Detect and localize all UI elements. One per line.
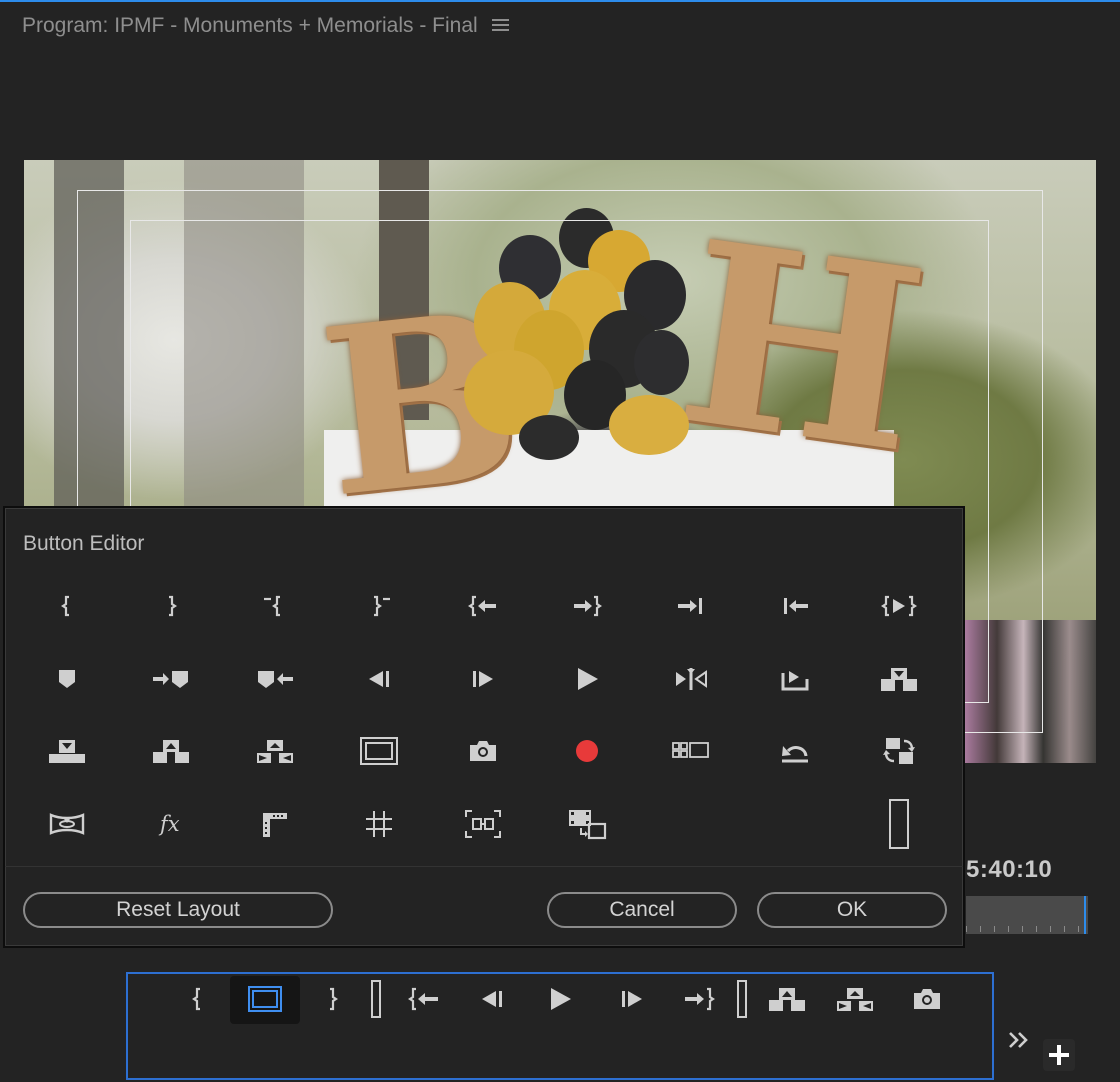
time-ruler[interactable]: [966, 896, 1088, 934]
safe-margins-icon[interactable]: [236, 974, 294, 1024]
export-frame-icon[interactable]: [743, 643, 847, 716]
toggle-proxies-icon[interactable]: [847, 715, 951, 788]
empty-slot: [743, 788, 847, 861]
multi-camera-icon[interactable]: [639, 715, 743, 788]
add-marker-icon[interactable]: [15, 643, 119, 716]
plus-icon[interactable]: [1043, 1039, 1075, 1071]
play-icon[interactable]: [542, 974, 578, 1024]
go-to-in-icon[interactable]: [404, 974, 444, 1024]
safe-margins-icon[interactable]: [327, 715, 431, 788]
panel-focus-line: [0, 0, 1120, 2]
transport-controls: [126, 972, 994, 1080]
play-icon[interactable]: [535, 643, 639, 716]
go-to-previous-edit-icon[interactable]: [743, 570, 847, 643]
reset-layout-button[interactable]: Reset Layout: [23, 892, 333, 928]
svg-text:fx: fx: [158, 812, 180, 836]
mark-clip-out-icon[interactable]: [327, 570, 431, 643]
extract-icon[interactable]: [830, 974, 880, 1024]
step-back-icon[interactable]: [474, 974, 510, 1024]
vr-video-icon[interactable]: [15, 788, 119, 861]
hamburger-menu-icon[interactable]: [491, 14, 510, 38]
empty-slot: [639, 788, 743, 861]
spacer-icon[interactable]: [730, 974, 754, 1024]
dialog-divider: [5, 866, 963, 867]
lift-icon[interactable]: [762, 974, 812, 1024]
panel-header: Program: IPMF - Monuments + Memorials - …: [22, 14, 510, 38]
spacer-icon[interactable]: [847, 788, 951, 861]
go-to-out-icon[interactable]: [535, 570, 639, 643]
go-to-next-marker-icon[interactable]: [119, 643, 223, 716]
mark-in-icon[interactable]: [15, 570, 119, 643]
spacer-icon[interactable]: [364, 974, 388, 1024]
shuttle-icon[interactable]: [639, 643, 743, 716]
double-chevron-right-icon[interactable]: [1006, 1026, 1032, 1059]
ok-button[interactable]: OK: [757, 892, 947, 928]
button-editor-dialog: Button Editor fx Reset Layout Cancel OK: [3, 506, 965, 948]
play-in-to-out-icon[interactable]: [847, 570, 951, 643]
record-icon[interactable]: [535, 715, 639, 788]
insert-icon[interactable]: [847, 643, 951, 716]
fx-icon[interactable]: fx: [119, 788, 223, 861]
overwrite-icon[interactable]: [15, 715, 119, 788]
trim-icon[interactable]: [431, 788, 535, 861]
mark-in-icon[interactable]: [182, 974, 212, 1024]
playhead[interactable]: [1084, 896, 1086, 934]
undo-icon[interactable]: [743, 715, 847, 788]
camera-icon[interactable]: [908, 974, 946, 1024]
ruler-ticks: [966, 926, 1084, 932]
dialog-title: Button Editor: [23, 532, 145, 555]
cancel-button[interactable]: Cancel: [547, 892, 737, 928]
go-to-next-edit-icon[interactable]: [639, 570, 743, 643]
clip-swap-icon[interactable]: [535, 788, 639, 861]
go-to-previous-marker-icon[interactable]: [223, 643, 327, 716]
extract-icon[interactable]: [223, 715, 327, 788]
mark-out-icon[interactable]: [318, 974, 348, 1024]
comparison-view-icon[interactable]: [223, 788, 327, 861]
step-forward-icon[interactable]: [431, 643, 535, 716]
playhead-timecode[interactable]: 5:40:10: [966, 856, 1052, 884]
go-to-in-icon[interactable]: [431, 570, 535, 643]
mark-clip-in-icon[interactable]: [223, 570, 327, 643]
step-back-icon[interactable]: [327, 643, 431, 716]
step-forward-icon[interactable]: [614, 974, 650, 1024]
panel-title: Program: IPMF - Monuments + Memorials - …: [22, 14, 478, 37]
grid-icon[interactable]: [327, 788, 431, 861]
camera-icon[interactable]: [431, 715, 535, 788]
go-to-out-icon[interactable]: [680, 974, 720, 1024]
mark-out-icon[interactable]: [119, 570, 223, 643]
lift-icon[interactable]: [119, 715, 223, 788]
button-grid: fx: [15, 570, 951, 860]
